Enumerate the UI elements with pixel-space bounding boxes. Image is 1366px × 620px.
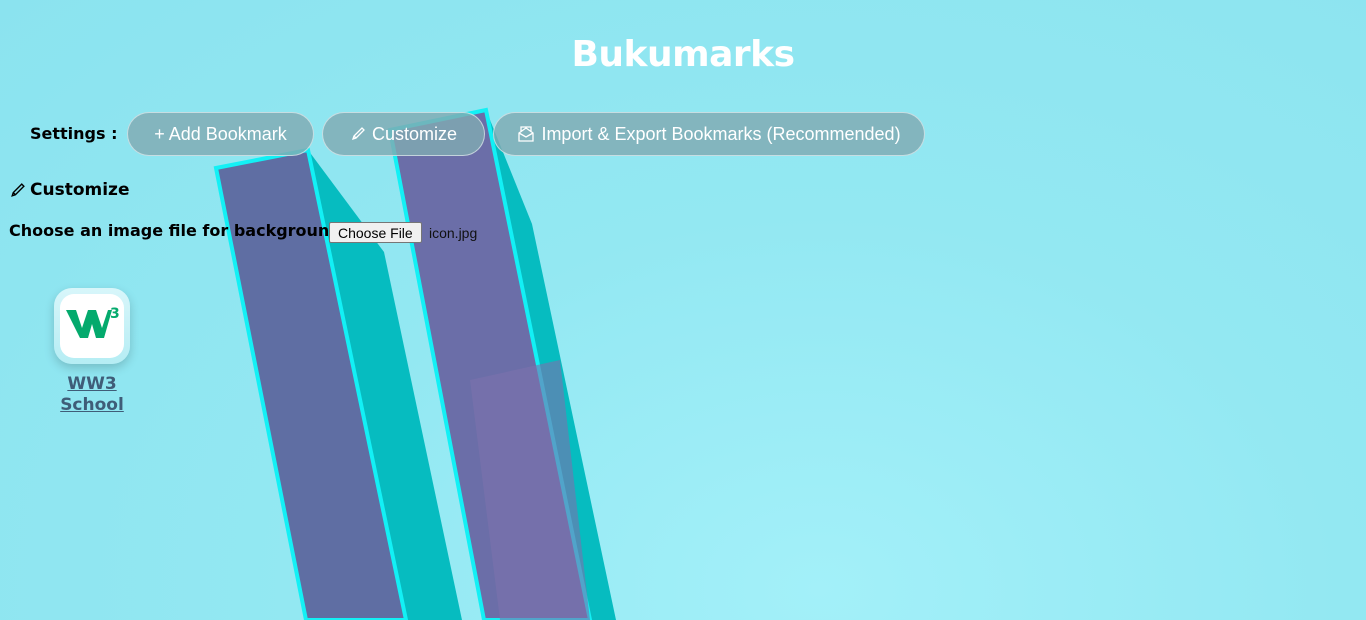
settings-label: Settings :	[30, 124, 118, 143]
bookmark-tile[interactable]: 3	[54, 288, 130, 364]
import-export-label: Import & Export Bookmarks (Recommended)	[541, 123, 901, 144]
bookmark-item[interactable]: 3 WW3 School	[40, 288, 144, 416]
add-bookmark-button[interactable]: + Add Bookmark	[127, 112, 314, 156]
customize-label: Customize	[371, 123, 458, 144]
bookmark-label[interactable]: WW3 School	[40, 374, 144, 416]
pencil-icon	[350, 126, 366, 142]
choose-file-button[interactable]: Choose File	[329, 222, 422, 243]
customize-heading: Customize	[9, 180, 129, 200]
background-image	[213, 107, 616, 620]
w3-logo-icon: 3	[64, 304, 120, 349]
selected-file-name: icon.jpg	[429, 225, 478, 241]
pencil-icon	[9, 182, 26, 199]
svg-text:3: 3	[110, 306, 120, 322]
envelope-open-icon	[517, 125, 535, 143]
page-title: Bukumarks	[571, 34, 795, 75]
customize-heading-text: Customize	[30, 180, 130, 200]
add-bookmark-label: + Add Bookmark	[154, 123, 287, 144]
customize-button[interactable]: Customize	[322, 112, 485, 156]
import-export-button[interactable]: Import & Export Bookmarks (Recommended)	[493, 112, 925, 156]
background-file-label: Choose an image file for background:	[9, 221, 348, 240]
